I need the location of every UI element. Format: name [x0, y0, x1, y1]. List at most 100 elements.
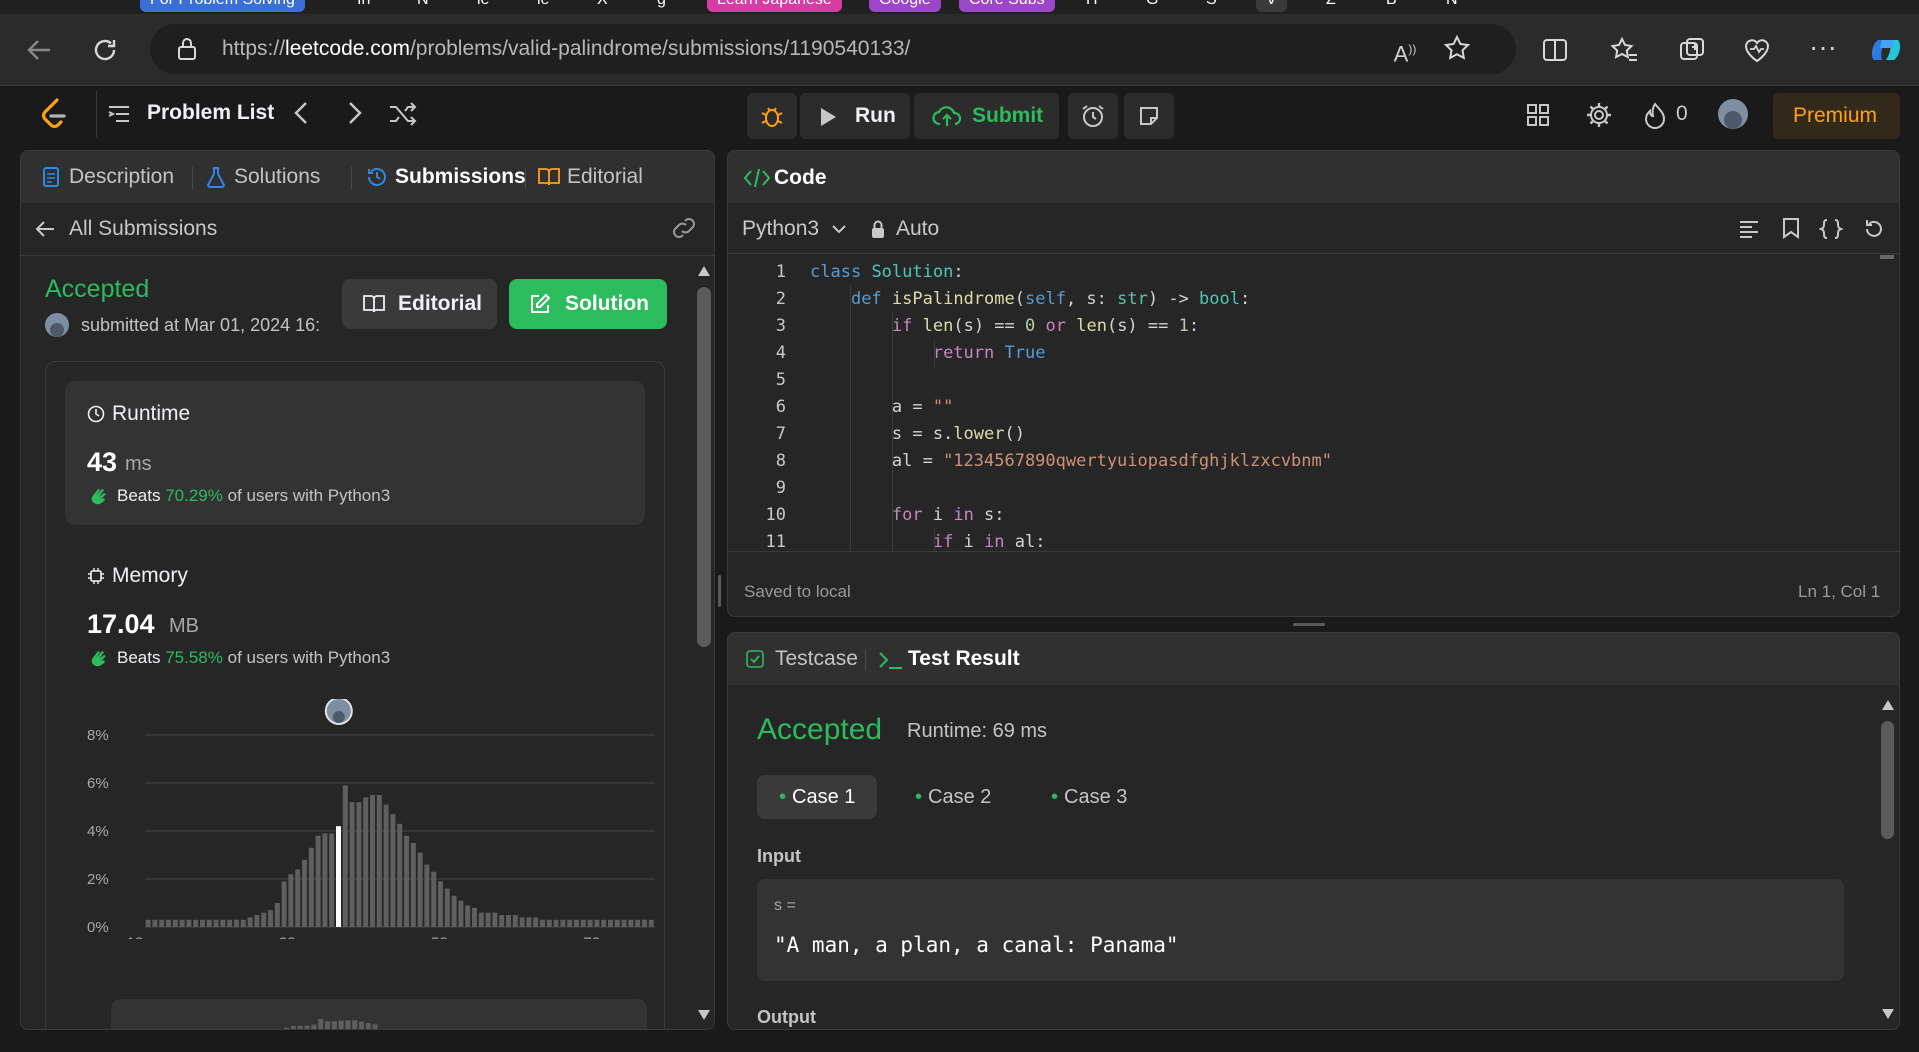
- memory-card[interactable]: Memory 17.04 MB Beats 75.58% of users wi…: [65, 545, 645, 689]
- tab-solutions[interactable]: Solutions: [234, 151, 320, 203]
- distribution-bar[interactable]: [376, 795, 382, 927]
- distribution-bar[interactable]: [628, 919, 634, 927]
- browser-tab[interactable]: N: [407, 0, 439, 12]
- browser-tab[interactable]: B: [1376, 0, 1407, 12]
- problem-list-icon[interactable]: [107, 102, 131, 126]
- distribution-bar[interactable]: [410, 843, 416, 927]
- distribution-bar[interactable]: [383, 804, 389, 927]
- distribution-bar[interactable]: [234, 919, 239, 927]
- distribution-bar[interactable]: [526, 917, 532, 927]
- leetcode-logo-icon[interactable]: [40, 98, 68, 130]
- lock-icon[interactable]: [176, 37, 198, 61]
- distribution-bar[interactable]: [438, 881, 443, 927]
- next-problem-icon[interactable]: [342, 99, 366, 127]
- more-options-icon[interactable]: ···: [1806, 32, 1840, 62]
- shuffle-icon[interactable]: [388, 100, 418, 128]
- prev-problem-icon[interactable]: [290, 99, 314, 127]
- distribution-bar[interactable]: [220, 919, 226, 927]
- address-bar[interactable]: https://leetcode.com/problems/valid-pali…: [150, 24, 1516, 74]
- scrollbar-thumb[interactable]: [1881, 721, 1894, 839]
- mode-label[interactable]: Auto: [896, 217, 939, 241]
- distribution-bar[interactable]: [574, 919, 579, 927]
- braces-icon[interactable]: [1819, 218, 1843, 240]
- scroll-down-icon[interactable]: [697, 1009, 711, 1021]
- browser-tab[interactable]: Google: [869, 0, 941, 12]
- distribution-bar[interactable]: [329, 833, 335, 927]
- scroll-up-icon[interactable]: [697, 265, 711, 277]
- distribution-bar[interactable]: [254, 915, 260, 927]
- distribution-bar[interactable]: [519, 917, 525, 927]
- distribution-bar[interactable]: [424, 864, 430, 927]
- distribution-bar[interactable]: [200, 919, 205, 927]
- bookmark-icon[interactable]: [1782, 217, 1800, 239]
- case-2-tab[interactable]: • Case 2: [893, 775, 1013, 819]
- browser-tab[interactable]: For Problem Solving: [140, 0, 305, 12]
- distribution-bar[interactable]: [336, 826, 341, 927]
- case-1-tab[interactable]: • Case 1: [757, 775, 878, 819]
- distribution-bar[interactable]: [431, 871, 437, 927]
- distribution-bar[interactable]: [485, 912, 491, 927]
- distribution-bar[interactable]: [404, 835, 409, 927]
- copilot-icon[interactable]: [1868, 34, 1904, 66]
- distribution-bar[interactable]: [247, 917, 253, 927]
- distribution-bar[interactable]: [261, 912, 267, 927]
- debug-button[interactable]: [747, 93, 797, 139]
- distribution-bar[interactable]: [648, 919, 654, 927]
- resize-handle[interactable]: [718, 575, 721, 607]
- distribution-bar[interactable]: [458, 900, 464, 927]
- distribution-bar[interactable]: [295, 869, 301, 927]
- distribution-bar[interactable]: [315, 835, 321, 927]
- browser-tab[interactable]: Learn Japanese: [707, 0, 842, 12]
- distribution-bar[interactable]: [370, 795, 375, 927]
- run-button[interactable]: Run: [800, 93, 910, 139]
- distribution-bar[interactable]: [451, 895, 457, 927]
- distribution-bar[interactable]: [492, 912, 498, 927]
- distribution-bar[interactable]: [322, 833, 328, 927]
- browser-tab[interactable]: G: [1136, 0, 1169, 12]
- format-icon[interactable]: [1738, 219, 1760, 239]
- distribution-bar[interactable]: [302, 859, 307, 927]
- distribution-bar[interactable]: [240, 919, 246, 927]
- distribution-bar[interactable]: [608, 919, 613, 927]
- code-editor[interactable]: 1 class Solution: 2 def isPalindrome(self,…: [728, 253, 1878, 553]
- tab-editorial[interactable]: Editorial: [567, 151, 643, 203]
- distribution-bar[interactable]: [553, 919, 559, 927]
- runtime-distribution-chart[interactable]: 8% 6% 4% 2% 0% 18ms 38ms 58ms 78ms: [65, 699, 665, 939]
- distribution-bar[interactable]: [397, 823, 403, 927]
- distribution-bar[interactable]: [580, 919, 586, 927]
- collections-icon[interactable]: [1677, 35, 1711, 65]
- favorite-star-icon[interactable]: [1443, 34, 1477, 62]
- scrollbar-thumb[interactable]: [697, 287, 711, 647]
- browser-tab[interactable]: V: [1256, 0, 1287, 12]
- browser-tab[interactable]: X: [587, 0, 618, 12]
- browser-tab[interactable]: Core Subs: [959, 0, 1055, 12]
- all-submissions-link[interactable]: All Submissions: [69, 217, 217, 241]
- browser-tab[interactable]: S: [1196, 0, 1227, 12]
- read-aloud-icon[interactable]: A)): [1388, 34, 1422, 69]
- distribution-bar[interactable]: [465, 905, 471, 927]
- distribution-bar[interactable]: [567, 919, 573, 927]
- runtime-card[interactable]: Runtime 43 ms Beats 70.29% of users with…: [65, 381, 645, 525]
- submit-button[interactable]: Submit: [914, 93, 1059, 139]
- distribution-bar[interactable]: [288, 874, 294, 927]
- resize-handle[interactable]: [1293, 623, 1325, 626]
- distribution-bar[interactable]: [356, 802, 362, 927]
- distribution-bar[interactable]: [193, 919, 199, 927]
- case-3-tab[interactable]: • Case 3: [1029, 775, 1149, 819]
- distribution-bar[interactable]: [540, 919, 545, 927]
- browser-tab[interactable]: In: [347, 0, 381, 12]
- distribution-bar[interactable]: [533, 917, 539, 927]
- distribution-bar[interactable]: [390, 814, 396, 927]
- distribution-bar[interactable]: [213, 919, 219, 927]
- distribution-bar[interactable]: [268, 910, 273, 927]
- reset-code-icon[interactable]: [1863, 218, 1885, 240]
- timer-button[interactable]: [1068, 93, 1118, 139]
- notes-button[interactable]: [1124, 93, 1174, 139]
- back-icon[interactable]: [24, 35, 58, 65]
- avatar[interactable]: [1718, 99, 1748, 129]
- share-link-icon[interactable]: [671, 217, 697, 239]
- tab-description[interactable]: Description: [69, 151, 174, 203]
- distribution-bar[interactable]: [560, 919, 566, 927]
- split-screen-icon[interactable]: [1540, 35, 1574, 65]
- distribution-bar[interactable]: [635, 919, 641, 927]
